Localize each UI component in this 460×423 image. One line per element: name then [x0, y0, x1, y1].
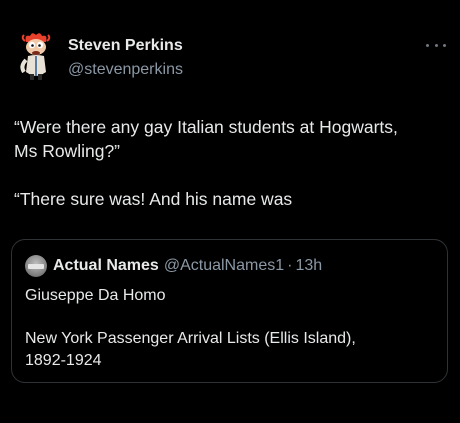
tweet-text-line: Ms Rowling?” [14, 141, 120, 161]
quoted-author-name[interactable]: Actual Names [53, 257, 159, 275]
separator-dot: · [287, 257, 293, 274]
quoted-tweet-header: Actual Names @ActualNames1 · 13h [25, 255, 322, 277]
quoted-tweet-text: Giuseppe Da Homo New York Passenger Arri… [25, 285, 435, 372]
tweet[interactable]: Steven Perkins @stevenperkins “Were ther… [0, 0, 460, 423]
author-handle[interactable]: @stevenperkins [68, 59, 183, 81]
tweet-text-line: “Were there any gay Italian students at … [14, 117, 398, 137]
quoted-tweet-timestamp[interactable]: 13h [295, 257, 322, 275]
quoted-text-line: 1892-1924 [25, 352, 102, 369]
quoted-text-line: New York Passenger Arrival Lists (Ellis … [25, 330, 356, 347]
tweet-header: Steven Perkins @stevenperkins [68, 36, 183, 81]
quoted-author-handle[interactable]: @ActualNames1 [164, 257, 284, 275]
quoted-text-line: Giuseppe Da Homo [25, 287, 166, 304]
tweet-text-line: “There sure was! And his name was [14, 189, 293, 209]
tweet-text: “Were there any gay Italian students at … [14, 115, 446, 211]
author-display-name[interactable]: Steven Perkins [68, 36, 183, 56]
author-avatar[interactable] [16, 32, 56, 80]
beaker-avatar-icon [20, 33, 51, 80]
quoted-tweet[interactable]: Actual Names @ActualNames1 · 13h Giusepp… [11, 239, 448, 383]
quoted-author-avatar[interactable] [25, 255, 47, 277]
more-options-icon[interactable] [426, 40, 446, 50]
